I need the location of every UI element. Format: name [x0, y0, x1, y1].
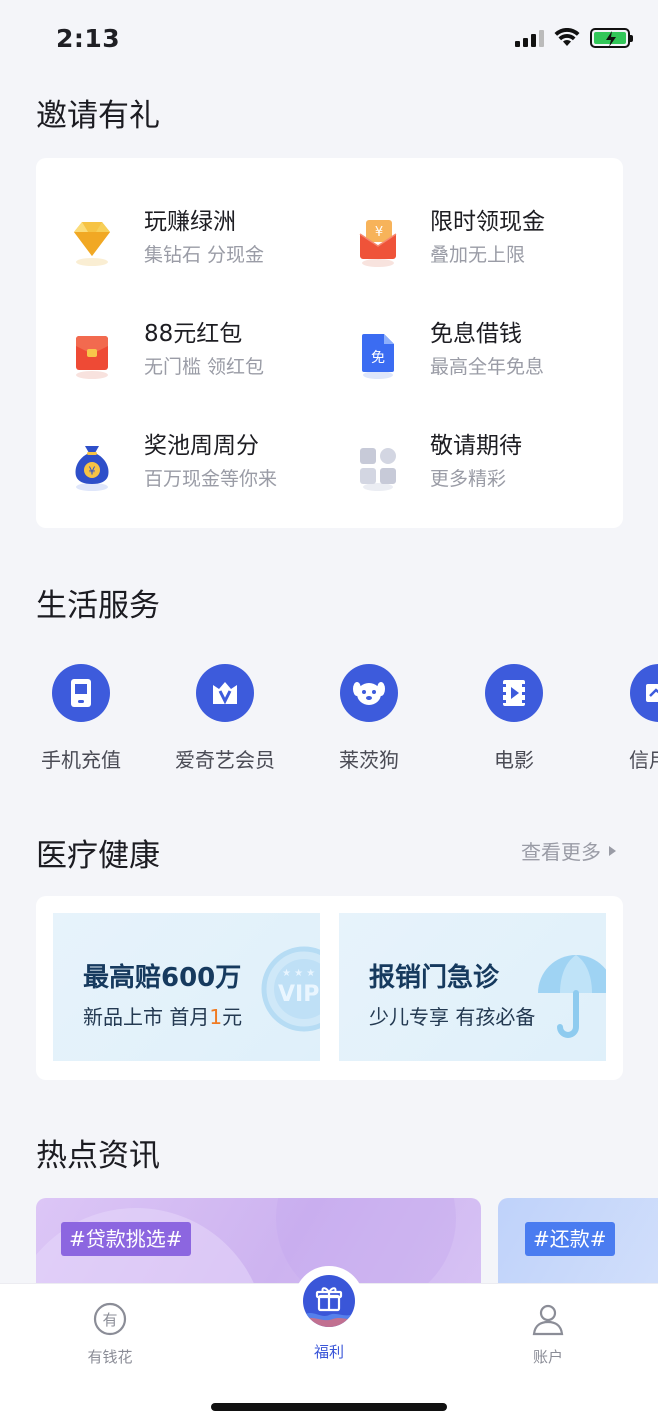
invite-item-title: 限时领现金	[430, 209, 545, 235]
home-indicator	[211, 1403, 447, 1411]
red-packet-icon	[76, 336, 108, 379]
svg-text:¥: ¥	[89, 465, 96, 478]
more-grid-icon	[360, 448, 396, 491]
status-bar: 2:13	[0, 0, 658, 80]
news-section-title: 热点资讯	[36, 1138, 160, 1174]
invite-item-subtitle: 无门槛 领红包	[144, 356, 265, 378]
invite-item-oasis[interactable]: 玩赚绿洲 集钻石 分现金	[36, 198, 306, 288]
tab-label: 福利	[313, 1343, 344, 1361]
service-label: 电影	[494, 748, 534, 772]
invite-item-title: 玩赚绿洲	[144, 209, 236, 235]
cellular-signal-icon	[515, 29, 544, 47]
user-icon	[532, 1304, 564, 1336]
iqiyi-vip-icon	[196, 664, 254, 722]
invite-section-title: 邀请有礼	[36, 98, 160, 134]
life-services-list: 手机充值 爱奇艺会员 莱茨狗 电影 信用卡	[0, 664, 658, 784]
invite-item-loan[interactable]: 免 免息借钱 最高全年免息	[322, 310, 592, 400]
banner-subtitle: 少儿专享 有孩必备	[369, 1005, 536, 1029]
chevron-right-icon	[609, 845, 616, 856]
banner-title: 最高赔600万	[83, 963, 242, 993]
service-credit-card[interactable]: 信用卡	[584, 664, 658, 773]
tab-welfare[interactable]: 福利	[269, 1341, 389, 1362]
umbrella-icon	[538, 955, 606, 1038]
medical-banner-insurance[interactable]: 最高赔600万 新品上市 首月1元 ★ ★ ★ VIP	[53, 913, 320, 1061]
service-iqiyi-vip[interactable]: 爱奇艺会员	[150, 664, 300, 773]
tab-account[interactable]: 账户	[488, 1302, 608, 1367]
status-icons	[515, 28, 633, 48]
svg-text:★ ★ ★: ★ ★ ★	[282, 968, 315, 979]
service-label: 爱奇艺会员	[175, 748, 275, 772]
invite-item-title: 88元红包	[144, 321, 243, 347]
svg-text:VIP: VIP	[278, 982, 319, 1007]
invite-item-title: 奖池周周分	[144, 433, 259, 459]
movie-icon	[485, 664, 543, 722]
tab-youqianhua[interactable]: 有 有钱花	[50, 1302, 170, 1367]
service-label: 莱茨狗	[339, 748, 399, 772]
gift-icon[interactable]	[303, 1275, 355, 1327]
phone-recharge-icon	[52, 664, 110, 722]
banner-title: 报销门急诊	[369, 963, 500, 993]
life-section-title: 生活服务	[36, 588, 160, 624]
battery-icon	[590, 28, 633, 48]
money-bag-icon: ¥	[75, 446, 109, 491]
youqianhua-icon: 有	[93, 1302, 127, 1336]
svg-text:有: 有	[102, 1311, 117, 1329]
view-more-link[interactable]: 查看更多	[521, 836, 616, 865]
news-tag: #贷款挑选#	[61, 1222, 191, 1256]
cash-envelope-icon: ¥	[359, 220, 397, 267]
svg-text:免: 免	[371, 350, 385, 366]
invite-item-subtitle: 叠加无上限	[430, 244, 526, 266]
invite-item-title: 敬请期待	[430, 433, 522, 459]
dog-icon	[340, 664, 398, 722]
status-time: 2:13	[56, 24, 121, 53]
svg-text:¥: ¥	[375, 225, 383, 240]
service-label: 信用卡	[629, 748, 658, 772]
service-movie[interactable]: 电影	[439, 664, 589, 773]
vip-badge-icon: ★ ★ ★ VIP	[261, 946, 320, 1032]
invite-item-subtitle: 集钻石 分现金	[144, 244, 265, 266]
news-tag: #还款#	[525, 1222, 615, 1256]
medical-card: 最高赔600万 新品上市 首月1元 ★ ★ ★ VIP 报销门急诊 少儿专享 有…	[36, 896, 623, 1080]
medical-banner-outpatient[interactable]: 报销门急诊 少儿专享 有孩必备	[339, 913, 606, 1061]
service-laici-dog[interactable]: 莱茨狗	[294, 664, 444, 773]
invite-item-subtitle: 百万现金等你来	[144, 468, 278, 490]
view-more-label: 查看更多	[521, 840, 601, 864]
medical-section-title: 医疗健康	[36, 838, 160, 874]
wifi-icon	[554, 28, 580, 46]
invite-item-subtitle: 最高全年免息	[430, 356, 545, 378]
interest-free-icon: 免	[362, 334, 394, 379]
service-phone-recharge[interactable]: 手机充值	[6, 664, 156, 773]
tab-label: 有钱花	[87, 1348, 133, 1366]
invite-item-subtitle: 更多精彩	[430, 468, 507, 490]
invite-item-title: 免息借钱	[430, 321, 522, 347]
tab-label: 账户	[532, 1348, 563, 1366]
invite-item-cash[interactable]: ¥ 限时领现金 叠加无上限	[322, 198, 592, 288]
invite-card: 玩赚绿洲 集钻石 分现金 ¥ 限时领现金 叠加无上限 88元红包 无门槛 领红包	[36, 158, 623, 528]
invite-item-coming-soon[interactable]: 敬请期待 更多精彩	[322, 422, 592, 512]
invite-item-jackpot[interactable]: ¥ 奖池周周分 百万现金等你来	[36, 422, 306, 512]
banner-subtitle: 新品上市 首月1元	[83, 1005, 243, 1029]
service-label: 手机充值	[41, 748, 121, 772]
diamond-icon	[74, 222, 110, 266]
invite-item-red-packet[interactable]: 88元红包 无门槛 领红包	[36, 310, 306, 400]
credit-card-icon	[630, 664, 658, 722]
